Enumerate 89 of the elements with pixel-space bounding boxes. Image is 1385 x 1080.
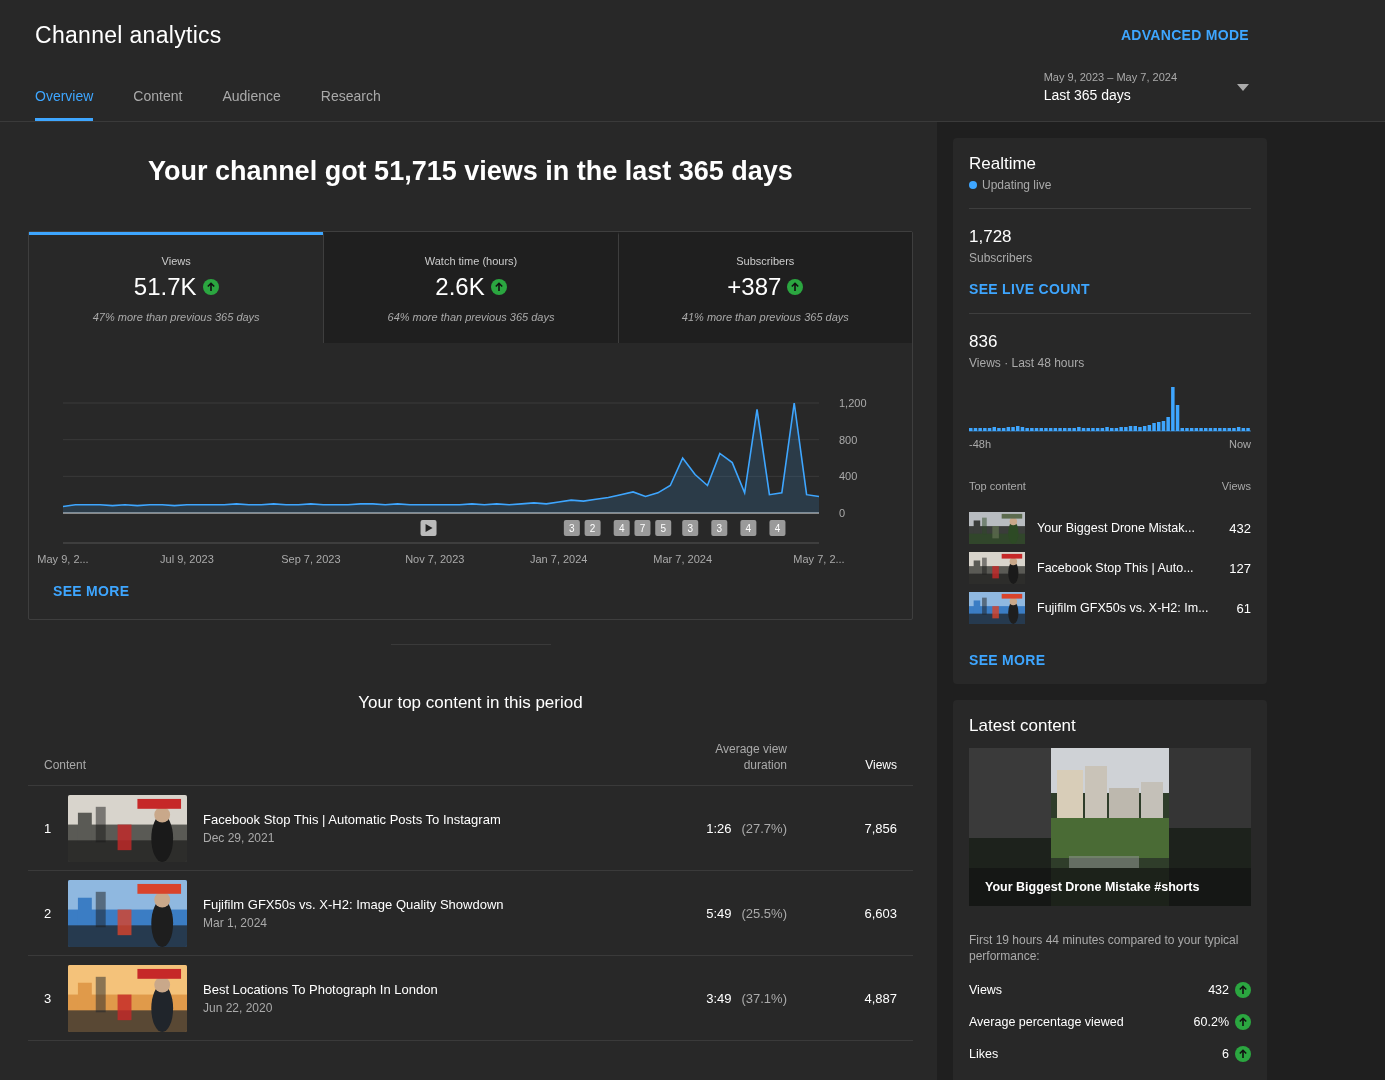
rank-number: 1 [44,820,53,836]
metric-label: Subscribers [736,255,795,267]
video-marker-icon[interactable] [420,520,437,536]
tab[interactable]: Content [133,88,183,121]
average-duration: 1:26 [706,820,732,836]
rank-number: 3 [44,990,53,1006]
x-tick-label: Mar 7, 2024 [653,553,712,565]
video-title[interactable]: Your Biggest Drone Mistak... [1037,521,1218,535]
x-tick-label: May 9, 2... [37,553,89,565]
see-more-link[interactable]: SEE MORE [969,652,1251,668]
metric-value: 2.6K [435,273,485,301]
metric-label: Watch time (hours) [424,255,518,267]
column-header: Content [44,757,87,773]
duration-percent: (25.5%) [741,905,787,921]
stat-value: 432 [1208,983,1229,997]
duration-percent: (27.7%) [741,820,787,836]
column-header: Average view duration [714,741,787,773]
average-duration: 5:49 [706,905,732,921]
trend-up-icon [787,279,804,295]
video-title[interactable]: Fujifilm GFX50s vs. X-H2: Image Quality Showdown [203,896,637,912]
stat-value: 6 [1222,1047,1229,1061]
axis-label: Now [1229,438,1251,450]
metric-comparison: 64% more than previous 365 days [387,311,555,323]
subscriber-label: Subscribers [969,251,1034,265]
tab[interactable]: Overview [35,88,94,121]
y-tick-label: 0 [839,507,846,519]
stat-label: Average percentage viewed [969,1015,1125,1029]
date-range-selector[interactable]: Last 365 days [1043,87,1177,103]
metric-tab[interactable]: Watch time (hours) 2.6K 64% more than previous 365 days [323,232,618,343]
views-count: 432 [1229,520,1251,536]
rank-number: 2 [44,905,53,921]
live-indicator-icon [969,181,977,189]
trend-up-icon [1235,1014,1251,1030]
x-tick-label: Sep 7, 2023 [281,553,341,565]
dropdown-caret-icon[interactable] [1237,83,1249,91]
performance-note: First 19 hours 44 minutes compared to your typical performance: [969,932,1240,964]
summary-headline: Your channel got 51,715 views in the last 365 days [147,156,794,187]
y-tick-label: 800 [839,433,858,446]
tab[interactable]: Research [320,88,381,121]
publish-date: Jun 22, 2020 [203,1000,274,1015]
metric-label: Views [161,255,191,267]
video-title[interactable]: Best Locations To Photograph In London [203,981,637,997]
x-tick-label: Jan 7, 2024 [530,553,588,565]
subscriber-count: 1,728 [969,227,1013,247]
metric-value: +387 [727,273,782,301]
live-status: Updating live [982,178,1052,192]
card-title: Latest content [969,716,1077,736]
realtime-views-label: Views · Last 48 hours [969,356,1086,370]
column-header: Views [865,757,897,773]
stat-label: Likes [969,1047,1000,1061]
advanced-mode-link[interactable]: ADVANCED MODE [1120,27,1249,43]
column-header: Top content [969,480,1026,492]
video-title[interactable]: Facebook Stop This | Automatic Posts To Instagram [203,811,637,827]
y-tick-label: 1,200 [839,397,867,409]
y-tick-label: 400 [839,470,858,483]
x-tick-label: May 7, 2... [793,553,845,565]
metric-comparison: 41% more than previous 365 days [681,311,849,323]
stat-value: 60.2% [1193,1015,1229,1029]
column-header: Views [1221,480,1251,492]
trend-up-icon [202,279,219,295]
trend-up-icon [490,279,507,295]
page-title: Channel analytics [35,21,222,49]
video-title[interactable]: Facebook Stop This | Auto... [1037,561,1218,575]
axis-label: -48h [969,438,992,450]
tab[interactable]: Audience [222,88,281,121]
section-title: Your top content in this period [357,693,584,713]
card-title: Realtime [969,154,1038,174]
x-tick-label: Jul 9, 2023 [160,553,214,565]
metric-tab[interactable]: Subscribers +387 41% more than previous 365 days [617,232,912,343]
realtime-views-count: 836 [969,332,999,352]
views-count: 127 [1229,560,1251,576]
see-more-link[interactable]: SEE MORE [53,583,912,599]
video-title[interactable]: Fujifilm GFX50s vs. X-H2: Im... [1037,601,1225,615]
stat-label: Views [969,983,1004,997]
metric-value: 51.7K [133,273,197,301]
x-tick-label: Nov 7, 2023 [405,553,465,565]
views-count: 7,856 [863,820,897,836]
trend-up-icon [1235,1046,1251,1062]
duration-percent: (37.1%) [741,990,787,1006]
views-count: 61 [1236,600,1251,616]
trend-up-icon [1235,982,1251,998]
views-count: 4,887 [863,990,897,1006]
date-range-dates: May 9, 2023 – May 7, 2024 [1043,71,1177,83]
publish-date: Mar 1, 2024 [203,915,269,930]
average-duration: 3:49 [706,990,732,1006]
live-count-link[interactable]: SEE LIVE COUNT [969,281,1251,297]
publish-date: Dec 29, 2021 [203,830,276,845]
views-count: 6,603 [863,905,897,921]
metric-comparison: 47% more than previous 365 days [92,311,260,323]
